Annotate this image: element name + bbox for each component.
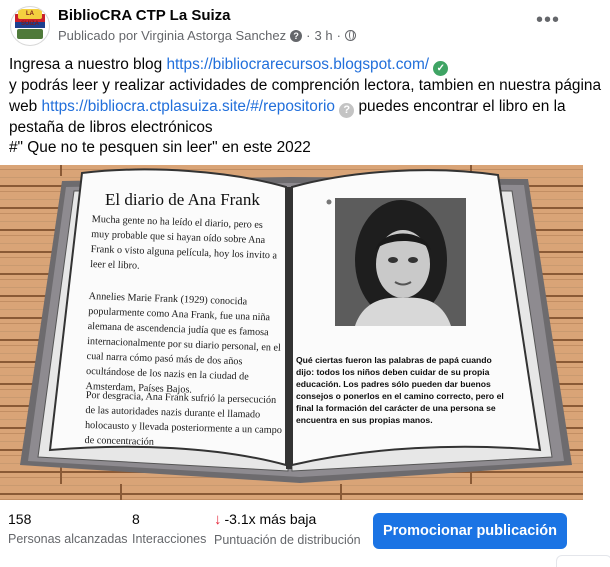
interactions-stat[interactable]: 8 Interacciones: [132, 511, 206, 546]
book-paragraph-3: Por desgracia, Ana Frank sufrió la perse…: [84, 389, 283, 448]
check-icon: ✓: [433, 61, 449, 76]
post-text: Ingresa a nuestro blog https://bibliocra…: [9, 55, 604, 159]
reach-label: Personas alcanzadas: [8, 532, 128, 546]
post-header: LA SUIZA BiblioCRA CTP La Suiza Publicad…: [0, 0, 610, 50]
reach-value: 158: [8, 511, 32, 527]
interactions-label: Interacciones: [132, 532, 207, 546]
adjacent-card-edge: [556, 555, 610, 567]
avatar-base: [17, 29, 43, 39]
portrait-drawing: [335, 198, 466, 326]
blog-link[interactable]: https://bibliocrarecursos.blogspot.com/: [166, 56, 429, 73]
avatar-badge: LA SUIZA: [18, 9, 42, 27]
distribution-score-label: Puntuación de distribución: [214, 533, 361, 547]
promote-post-button[interactable]: Promocionar publicación: [373, 513, 567, 549]
distribution-score-row: ↓ -3.1x más baja: [214, 511, 361, 528]
interactions-value: 8: [132, 511, 140, 527]
distribution-score-value: -3.1x más baja: [224, 511, 317, 527]
published-by: Publicado por Virginia Astorga Sanchez: [58, 28, 287, 43]
meta-separator-2: ·: [336, 28, 341, 43]
anne-frank-photo: [335, 198, 466, 326]
globe-icon[interactable]: [344, 30, 356, 41]
question-mark-icon: ?: [339, 102, 355, 118]
book-quote: Qué ciertas fueron las palabras de papá …: [296, 355, 504, 425]
web-link[interactable]: https://bibliocra.ctplasuiza.site/#/repo…: [42, 98, 335, 115]
book-title: El diario de Ana Frank: [105, 190, 260, 209]
post-meta: Publicado por Virginia Astorga Sanchez ?…: [58, 28, 356, 43]
post-hashtag-line: #" Que no te pesquen sin leer" en este 2…: [9, 139, 311, 156]
distribution-score-stat[interactable]: ↓ -3.1x más baja Puntuación de distribuci…: [214, 511, 361, 547]
question-icon[interactable]: ?: [290, 29, 303, 42]
post-line1-prefix: Ingresa a nuestro blog: [9, 56, 167, 73]
post-time[interactable]: 3 h: [314, 28, 332, 43]
reach-stat[interactable]: 158 Personas alcanzadas: [8, 511, 128, 546]
page-avatar[interactable]: LA SUIZA: [10, 6, 50, 46]
book-paragraph-1: Mucha gente no ha leído el diario, pero …: [89, 213, 278, 272]
down-arrow-icon: ↓: [214, 511, 222, 528]
more-options-button[interactable]: •••: [530, 8, 566, 38]
page-name[interactable]: BiblioCRA CTP La Suiza: [58, 7, 231, 24]
meta-separator: ·: [306, 28, 311, 43]
book-paragraph-2: Annelies Marie Frank (1929) conocida pop…: [85, 290, 282, 396]
